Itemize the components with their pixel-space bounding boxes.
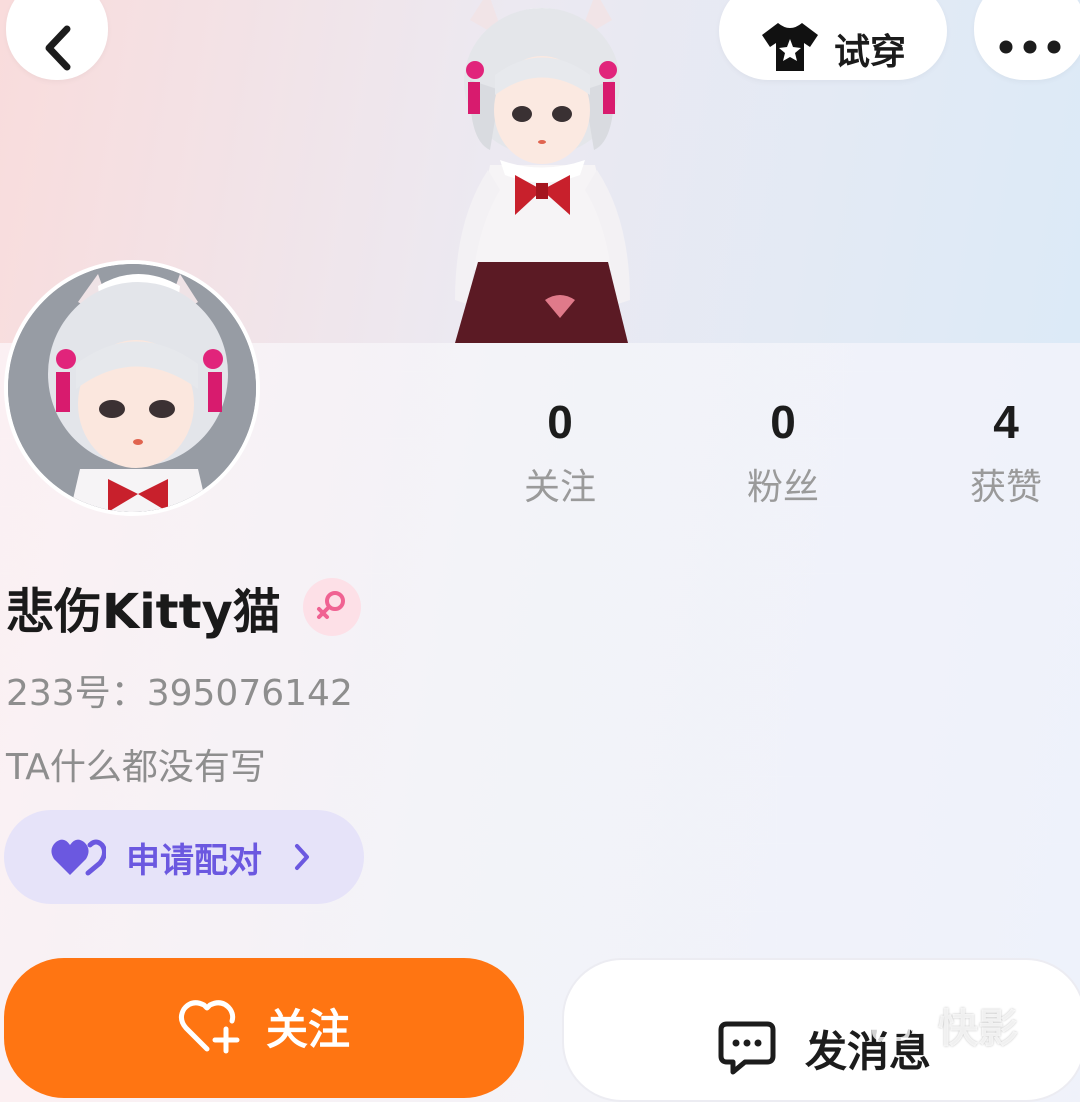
user-id: 233号：395076142 bbox=[6, 673, 353, 714]
request-pair-label: 申请配对 bbox=[126, 840, 262, 881]
try-on-button[interactable]: 试穿 bbox=[719, 0, 947, 80]
follow-label: 关注 bbox=[265, 1005, 350, 1054]
following-count: 0 bbox=[547, 396, 573, 448]
stat-likes[interactable]: 4 获赞 bbox=[906, 392, 1080, 510]
name-row: 悲伤Kitty猫 bbox=[6, 572, 361, 642]
stat-followers[interactable]: 0 粉丝 bbox=[683, 392, 883, 510]
stat-following[interactable]: 0 关注 bbox=[460, 392, 660, 510]
gender-badge bbox=[302, 578, 361, 636]
more-dots-icon bbox=[998, 39, 1062, 59]
kuaiying-watermark: 快影 bbox=[872, 996, 1018, 1054]
follow-button[interactable]: 关注 bbox=[4, 958, 524, 1098]
back-chevron-icon bbox=[39, 23, 75, 77]
chat-bubble-icon bbox=[717, 1020, 777, 1076]
likes-count: 4 bbox=[993, 396, 1019, 448]
heart-plus-icon bbox=[178, 999, 240, 1055]
profile-avatar[interactable] bbox=[4, 260, 260, 516]
likes-label: 获赞 bbox=[969, 467, 1042, 508]
tshirt-icon bbox=[760, 21, 820, 77]
chevron-right-icon bbox=[292, 842, 312, 872]
try-on-label: 试穿 bbox=[833, 32, 906, 73]
request-pair-button[interactable]: 申请配对 bbox=[4, 810, 364, 904]
user-bio: TA什么都没有写 bbox=[6, 747, 266, 788]
username: 悲伤Kitty猫 bbox=[6, 584, 281, 640]
following-label: 关注 bbox=[523, 467, 596, 508]
followers-label: 粉丝 bbox=[746, 467, 819, 508]
watermark-logo-icon bbox=[872, 1005, 928, 1045]
watermark-text: 快影 bbox=[938, 1006, 1018, 1052]
avatar-image bbox=[8, 264, 256, 512]
female-icon bbox=[314, 587, 350, 627]
followers-count: 0 bbox=[770, 396, 796, 448]
double-heart-icon bbox=[50, 837, 106, 877]
